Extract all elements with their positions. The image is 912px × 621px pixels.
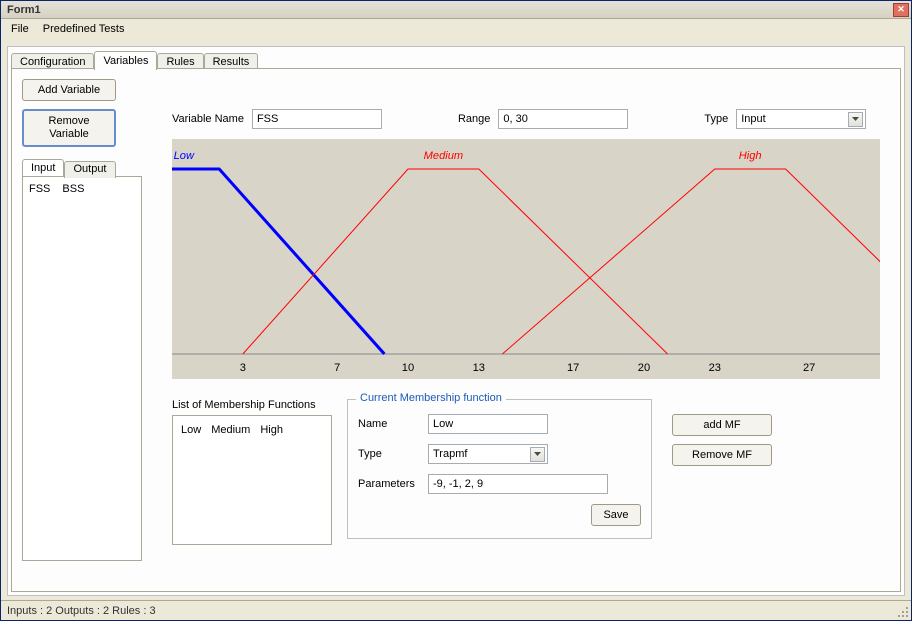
- mf-listbox[interactable]: Low Medium High: [172, 415, 332, 545]
- list-item[interactable]: FSS: [29, 183, 50, 554]
- menu-predefined-tests[interactable]: Predefined Tests: [43, 23, 125, 35]
- close-icon[interactable]: ✕: [893, 3, 909, 17]
- chevron-down-icon: [530, 447, 545, 462]
- add-mf-button[interactable]: add MF: [672, 414, 772, 436]
- svg-text:High: High: [739, 150, 762, 162]
- svg-text:23: 23: [709, 362, 721, 374]
- range-label: Range: [458, 113, 490, 125]
- chevron-down-icon: [848, 112, 863, 127]
- save-button[interactable]: Save: [591, 504, 641, 526]
- type-label: Type: [704, 113, 728, 125]
- svg-text:Low: Low: [174, 150, 195, 162]
- range-input[interactable]: [498, 109, 628, 129]
- mf-name-label: Name: [358, 418, 428, 430]
- variable-name-label: Variable Name: [172, 113, 244, 125]
- add-variable-button[interactable]: Add Variable: [22, 79, 116, 101]
- type-select-value: Input: [741, 113, 765, 125]
- list-item[interactable]: High: [260, 424, 283, 536]
- list-item[interactable]: Low: [181, 424, 201, 536]
- mf-plot: 3 7 10 13 17 20 23 27 Low Medium High: [172, 139, 880, 379]
- svg-text:Medium: Medium: [424, 150, 464, 162]
- variable-list[interactable]: FSS BSS: [22, 176, 142, 561]
- mf-params-input[interactable]: [428, 474, 608, 494]
- svg-text:27: 27: [803, 362, 815, 374]
- svg-text:13: 13: [473, 362, 485, 374]
- subtab-output[interactable]: Output: [64, 161, 115, 178]
- list-item[interactable]: BSS: [62, 183, 84, 554]
- current-mf-group: Current Membership function Name Type Tr…: [347, 399, 652, 539]
- mf-list-label: List of Membership Functions: [172, 399, 332, 411]
- menu-bar: File Predefined Tests: [1, 19, 911, 39]
- window-title: Form1: [3, 4, 41, 16]
- remove-variable-button[interactable]: Remove Variable: [22, 109, 116, 147]
- svg-text:10: 10: [402, 362, 414, 374]
- mf-params-label: Parameters: [358, 478, 428, 490]
- mf-name-input[interactable]: [428, 414, 548, 434]
- svg-text:17: 17: [567, 362, 579, 374]
- menu-file[interactable]: File: [11, 23, 29, 35]
- status-text: Inputs : 2 Outputs : 2 Rules : 3: [7, 605, 156, 617]
- title-bar: Form1 ✕: [1, 1, 911, 19]
- mf-type-label: Type: [358, 448, 428, 460]
- mf-type-select-value: Trapmf: [433, 448, 467, 460]
- type-select[interactable]: Input: [736, 109, 866, 129]
- svg-text:3: 3: [240, 362, 246, 374]
- mf-type-select[interactable]: Trapmf: [428, 444, 548, 464]
- variable-name-input[interactable]: [252, 109, 382, 129]
- current-mf-legend: Current Membership function: [356, 392, 506, 404]
- subtab-input[interactable]: Input: [22, 159, 64, 176]
- svg-text:7: 7: [334, 362, 340, 374]
- resize-grip-icon: [897, 606, 909, 618]
- status-bar: Inputs : 2 Outputs : 2 Rules : 3: [1, 600, 911, 620]
- remove-mf-button[interactable]: Remove MF: [672, 444, 772, 466]
- tab-variables[interactable]: Variables: [94, 51, 157, 70]
- list-item[interactable]: Medium: [211, 424, 250, 536]
- svg-text:20: 20: [638, 362, 650, 374]
